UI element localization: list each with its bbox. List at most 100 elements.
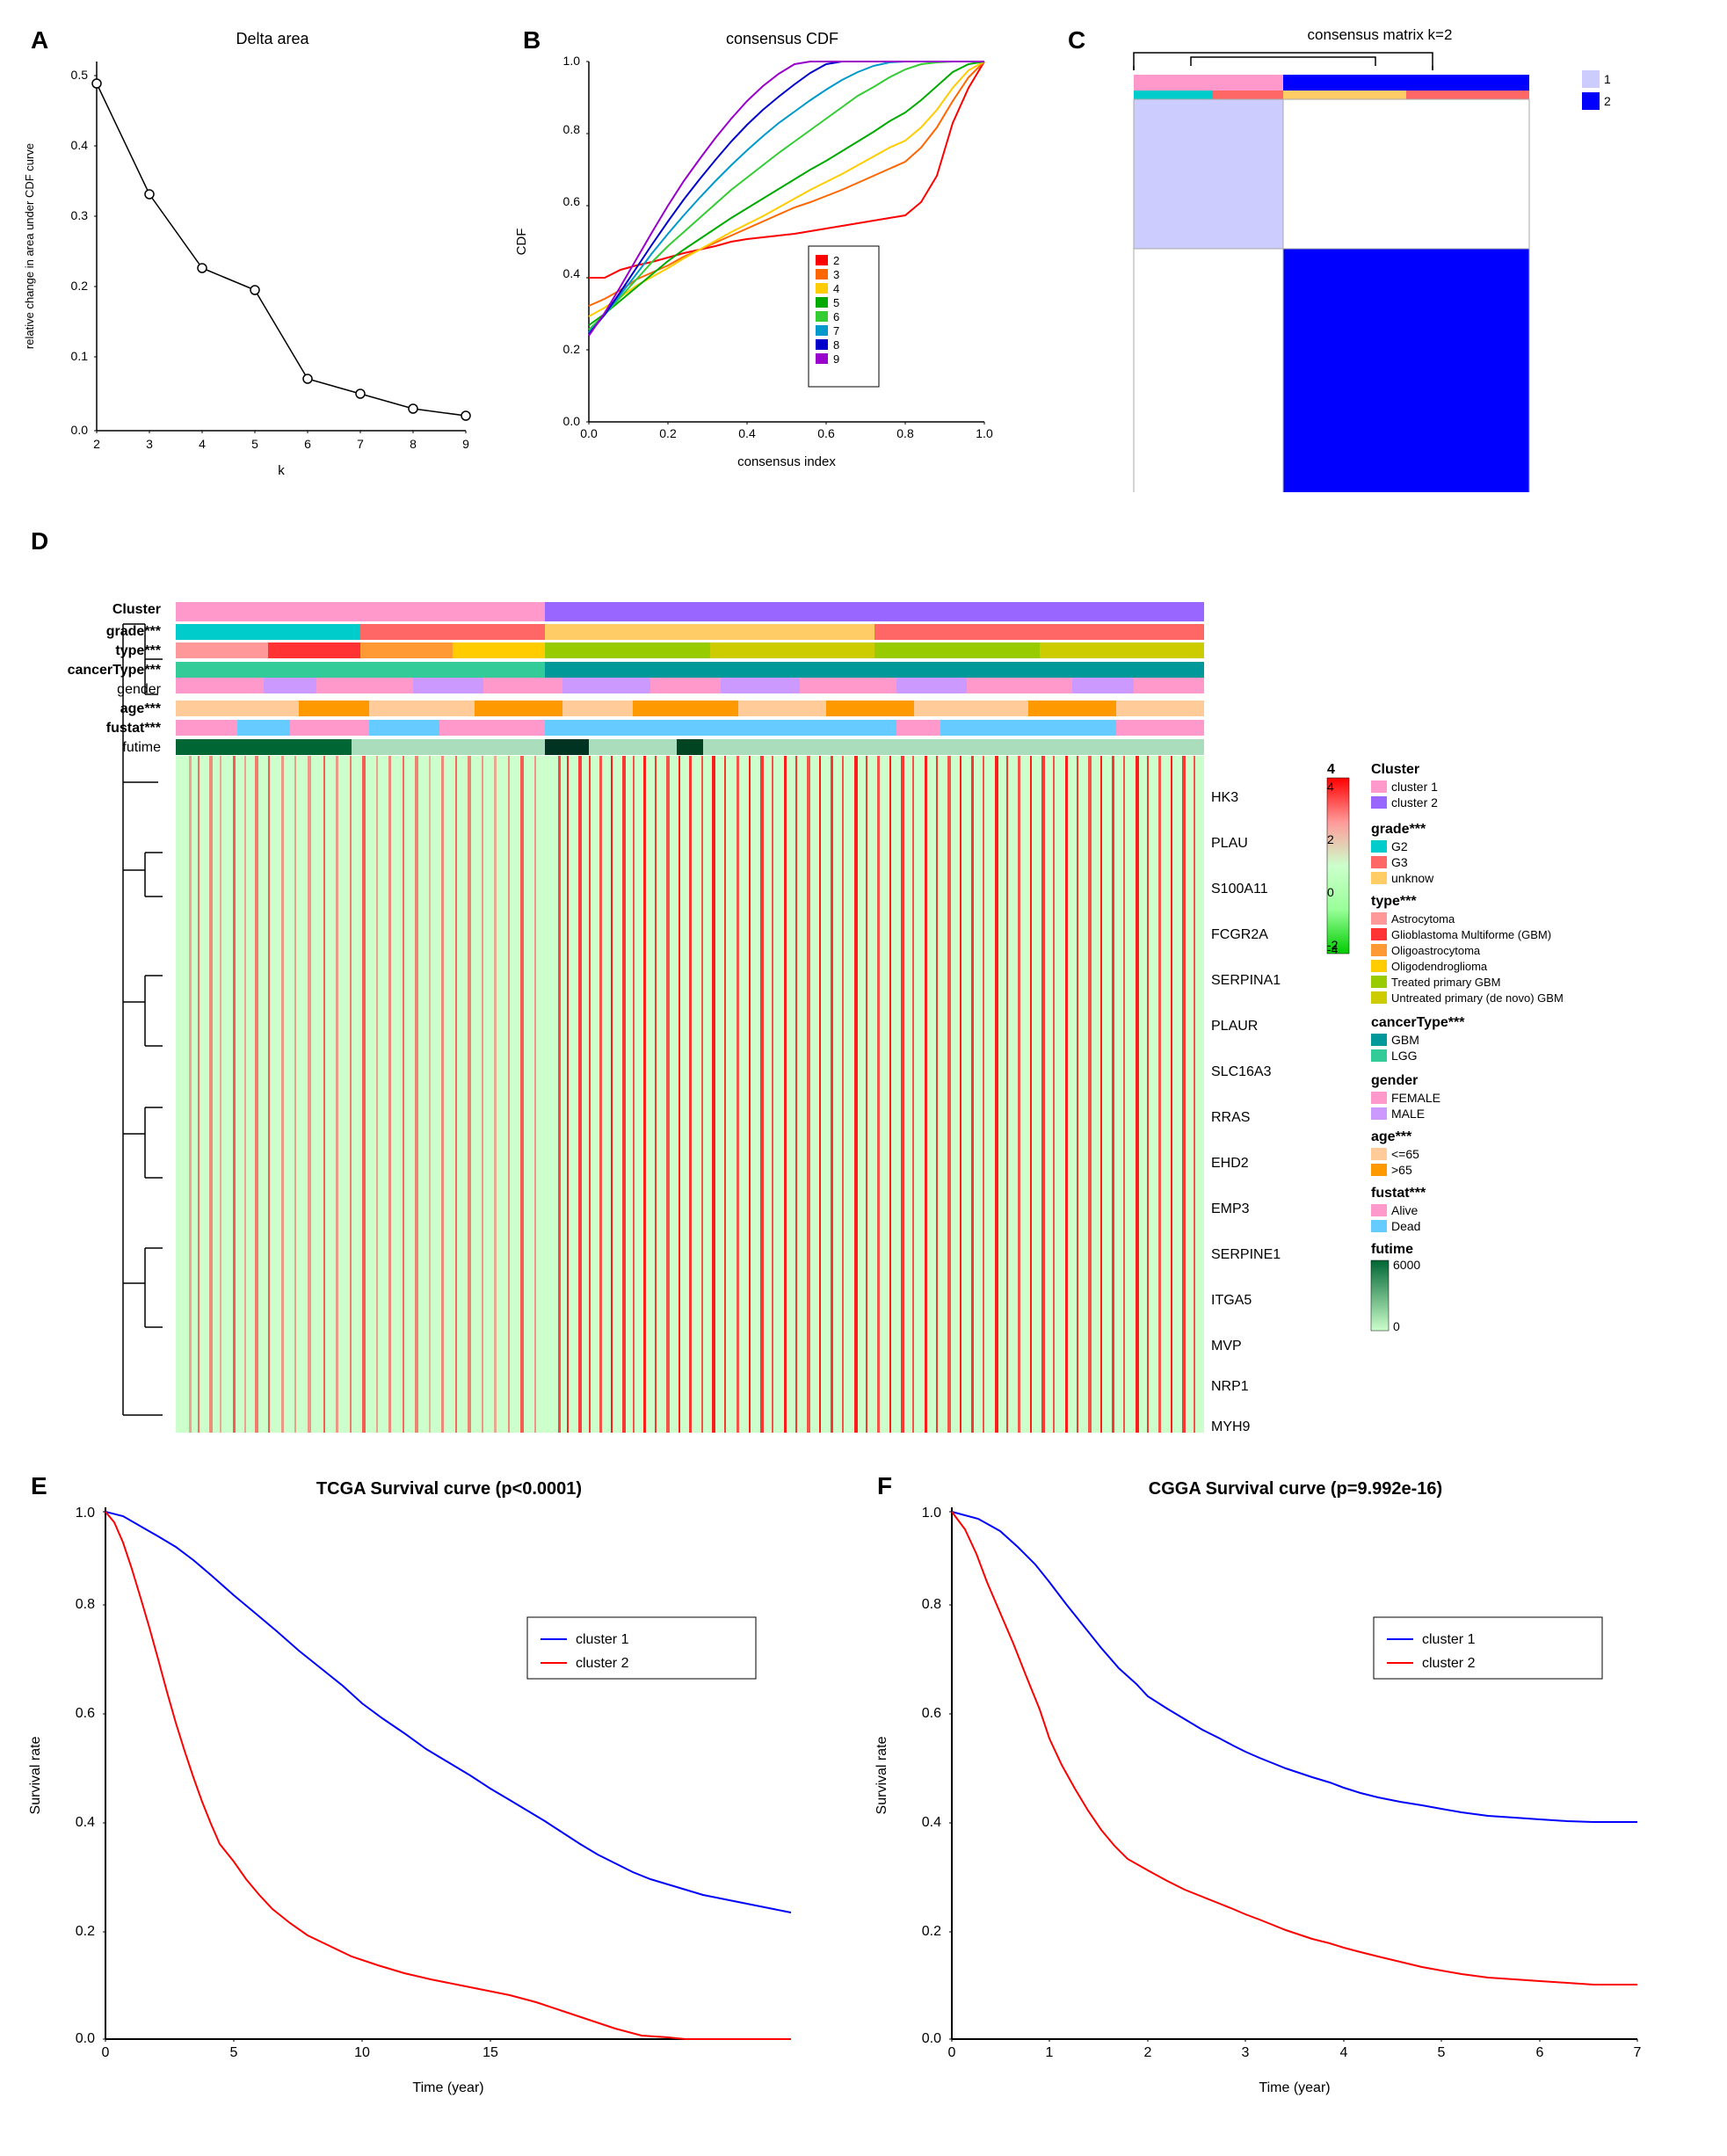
svg-text:0.0: 0.0 xyxy=(563,414,581,428)
panel-b-ylabel: CDF xyxy=(514,229,529,256)
svg-text:8: 8 xyxy=(410,437,417,451)
panel-f-svg: F CGGA Survival curve (p=9.992e-16) 0.0 … xyxy=(864,1459,1727,2118)
panel-e-title: TCGA Survival curve (p<0.0001) xyxy=(316,1479,582,1499)
svg-text:5: 5 xyxy=(833,296,839,309)
svg-text:4: 4 xyxy=(1339,2045,1347,2060)
svg-text:6: 6 xyxy=(1535,2045,1543,2060)
panel-f-label: F xyxy=(877,1472,892,1499)
legend-fustat-alive: Alive xyxy=(1391,1203,1419,1217)
gene-myh9: MYH9 xyxy=(1211,1419,1251,1434)
panel-e: E TCGA Survival curve (p<0.0001) 0.0 0.2… xyxy=(18,1459,864,2118)
svg-text:0: 0 xyxy=(102,2045,110,2060)
annotation-age: age*** xyxy=(120,701,162,716)
svg-text:4: 4 xyxy=(833,282,839,295)
panel-b-xlabel: consensus index xyxy=(737,454,836,469)
svg-text:0.1: 0.1 xyxy=(71,349,89,363)
svg-text:-4: -4 xyxy=(1327,942,1339,956)
svg-text:1: 1 xyxy=(1045,2045,1053,2060)
panel-e-label: E xyxy=(31,1472,47,1499)
panel-f-xlabel: Time (year) xyxy=(1259,2080,1330,2095)
svg-text:9: 9 xyxy=(462,437,469,451)
gene-serpine1: SERPINE1 xyxy=(1211,1247,1281,1262)
svg-text:0.2: 0.2 xyxy=(659,426,677,440)
panel-e-ylabel: Survival rate xyxy=(28,1736,43,1814)
svg-text:0.4: 0.4 xyxy=(71,138,89,152)
legend-grade-title: grade*** xyxy=(1371,822,1426,837)
panel-e-svg: E TCGA Survival curve (p<0.0001) 0.0 0.2… xyxy=(18,1459,881,2118)
panel-d: D xyxy=(18,519,1709,1450)
panel-a-label: A xyxy=(31,26,48,54)
panel-c-label: C xyxy=(1068,26,1085,54)
panel-f-legend-c2: cluster 2 xyxy=(1422,1656,1476,1671)
panel-a-xlabel: k xyxy=(278,463,285,478)
svg-text:0.4: 0.4 xyxy=(738,426,756,440)
legend-grade-unknow: unknow xyxy=(1391,871,1434,885)
legend-type-oligo-dendro: Oligodendroglioma xyxy=(1391,960,1488,973)
svg-text:4: 4 xyxy=(1327,780,1334,794)
panel-f-ylabel: Survival rate xyxy=(874,1736,889,1814)
annotation-futime: futime xyxy=(122,740,161,755)
legend-grade-g3: G3 xyxy=(1391,855,1408,869)
legend-gender-male: MALE xyxy=(1391,1107,1425,1121)
annotation-grade: grade*** xyxy=(106,624,162,639)
gene-fcgr2a: FCGR2A xyxy=(1211,927,1268,942)
legend-cluster-title: Cluster xyxy=(1371,762,1419,777)
svg-text:7: 7 xyxy=(833,324,839,338)
svg-text:6: 6 xyxy=(304,437,311,451)
panel-f-legend-c1: cluster 1 xyxy=(1422,1632,1476,1647)
svg-text:0.2: 0.2 xyxy=(921,1924,940,1939)
gene-rras: RRAS xyxy=(1211,1110,1250,1125)
svg-text:0.8: 0.8 xyxy=(896,426,914,440)
svg-text:7: 7 xyxy=(357,437,364,451)
svg-text:0: 0 xyxy=(1327,885,1334,899)
svg-text:1.0: 1.0 xyxy=(76,1506,95,1521)
svg-text:1.0: 1.0 xyxy=(563,54,581,68)
panel-a-ylabel: relative change in area under CDF curve xyxy=(23,143,36,349)
legend-futime-max: 6000 xyxy=(1393,1258,1420,1272)
svg-text:3: 3 xyxy=(1241,2045,1249,2060)
panel-a: A Delta area 0.0 0.1 0.2 0.3 0.4 xyxy=(18,18,510,492)
legend-fustat-dead: Dead xyxy=(1391,1219,1420,1233)
annotation-cancertype: cancerType*** xyxy=(68,663,162,678)
gene-serpina1: SERPINA1 xyxy=(1211,973,1281,988)
svg-text:0.0: 0.0 xyxy=(76,2031,95,2046)
legend-type-gbm: Glioblastoma Multiforme (GBM) xyxy=(1391,928,1551,941)
svg-text:0.8: 0.8 xyxy=(76,1597,95,1612)
svg-text:5: 5 xyxy=(230,2045,238,2060)
legend-gender-title: gender xyxy=(1371,1073,1418,1088)
legend-age-le65: <=65 xyxy=(1391,1147,1419,1161)
gene-plaur: PLAUR xyxy=(1211,1019,1258,1034)
annotation-gender: gender xyxy=(117,682,161,697)
svg-text:5: 5 xyxy=(251,437,258,451)
svg-text:6: 6 xyxy=(833,310,839,323)
svg-text:2: 2 xyxy=(1327,832,1334,846)
svg-text:15: 15 xyxy=(483,2045,498,2060)
legend-grade-g2: G2 xyxy=(1391,839,1408,853)
svg-text:0.6: 0.6 xyxy=(563,194,581,208)
panel-b-label: B xyxy=(523,26,541,54)
annotation-fustat: fustat*** xyxy=(106,721,162,736)
svg-text:7: 7 xyxy=(1633,2045,1641,2060)
svg-text:0.4: 0.4 xyxy=(76,1815,95,1830)
annotation-cluster: Cluster xyxy=(112,602,161,617)
svg-text:0.4: 0.4 xyxy=(563,266,581,280)
legend-colorscale-label: 4 xyxy=(1327,762,1335,777)
panel-e-legend-c1: cluster 1 xyxy=(576,1632,629,1647)
svg-text:0.4: 0.4 xyxy=(921,1815,940,1830)
annotation-type: type*** xyxy=(115,643,161,658)
svg-text:0.2: 0.2 xyxy=(563,342,581,356)
gene-s100a11: S100A11 xyxy=(1211,882,1268,897)
panel-f: F CGGA Survival curve (p=9.992e-16) 0.0 … xyxy=(864,1459,1710,2118)
svg-text:2: 2 xyxy=(833,254,839,267)
gene-plau: PLAU xyxy=(1211,836,1248,851)
svg-text:1.0: 1.0 xyxy=(921,1506,940,1521)
svg-text:0.0: 0.0 xyxy=(71,423,89,437)
panel-c-title: consensus matrix k=2 xyxy=(1308,26,1453,43)
svg-text:0.6: 0.6 xyxy=(76,1706,95,1721)
svg-text:4: 4 xyxy=(199,437,206,451)
gene-itga5: ITGA5 xyxy=(1211,1293,1252,1308)
gene-emp3: EMP3 xyxy=(1211,1201,1250,1216)
svg-text:0.8: 0.8 xyxy=(921,1597,940,1612)
bottom-row: E TCGA Survival curve (p<0.0001) 0.0 0.2… xyxy=(18,1459,1709,2118)
svg-text:0.5: 0.5 xyxy=(71,68,89,82)
